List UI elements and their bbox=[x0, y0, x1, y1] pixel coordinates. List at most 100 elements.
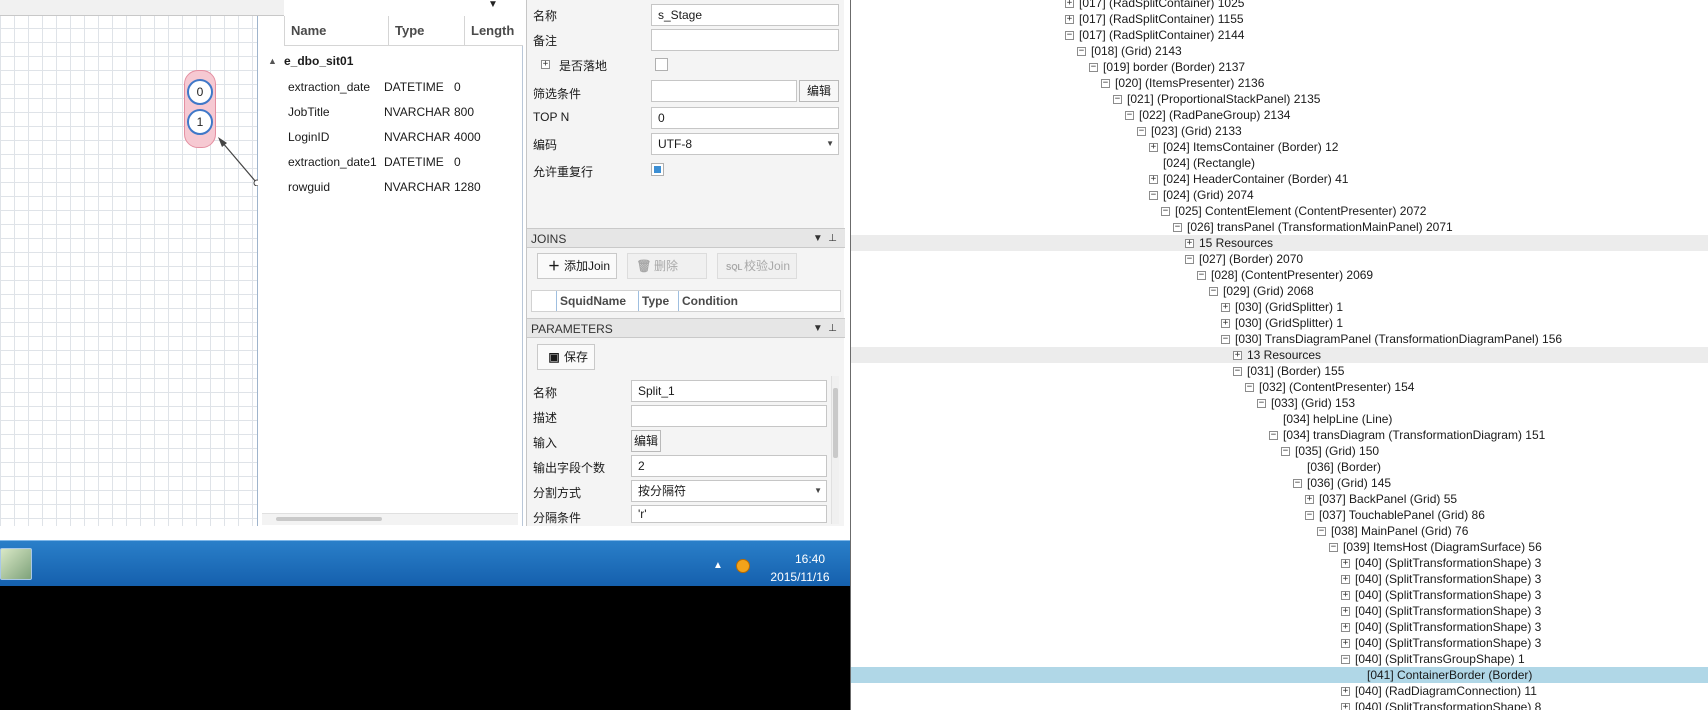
collapse-icon[interactable]: − bbox=[1125, 111, 1134, 120]
expand-icon[interactable]: + bbox=[1149, 143, 1158, 152]
expand-icon[interactable]: + bbox=[1305, 495, 1314, 504]
column-header-length[interactable]: Length bbox=[464, 16, 523, 46]
tree-row[interactable]: + [040] (RadDiagramConnection) 11 bbox=[851, 683, 1708, 699]
allow-duplicate-checkbox[interactable] bbox=[651, 163, 664, 176]
tree-row[interactable]: [041] ContainerBorder (Border) bbox=[851, 667, 1708, 683]
horizontal-scrollbar[interactable] bbox=[262, 513, 518, 525]
taskbar-app-icon[interactable] bbox=[0, 548, 32, 580]
tray-expand-icon[interactable]: ▲ bbox=[713, 560, 723, 571]
split-mode-select[interactable]: 按分隔符 ▼ bbox=[631, 480, 827, 502]
tree-row[interactable]: − [036] (Grid) 145 bbox=[851, 475, 1708, 491]
filter-edit-button[interactable]: 编辑 bbox=[799, 80, 839, 102]
expand-icon[interactable]: + bbox=[1341, 687, 1350, 696]
tree-row[interactable]: + [037] BackPanel (Grid) 55 bbox=[851, 491, 1708, 507]
tree-row[interactable]: − [033] (Grid) 153 bbox=[851, 395, 1708, 411]
table-row[interactable]: extraction_date1 DATETIME 0 bbox=[258, 150, 523, 175]
collapse-icon[interactable]: − bbox=[1065, 31, 1074, 40]
tree-row[interactable]: − [030] TransDiagramPanel (Transformation… bbox=[851, 331, 1708, 347]
pin-icon[interactable]: ▼ ⊥ bbox=[813, 229, 837, 249]
delete-join-button[interactable]: 🗑 删除 bbox=[627, 253, 707, 279]
collapse-icon[interactable]: − bbox=[1161, 207, 1170, 216]
save-button[interactable]: ▣ 保存 bbox=[537, 344, 595, 370]
tree-row[interactable]: + [030] (GridSplitter) 1 bbox=[851, 299, 1708, 315]
tree-row[interactable]: + [040] (SplitTransformationShape) 3 bbox=[851, 603, 1708, 619]
encoding-select[interactable]: UTF-8 ▼ bbox=[651, 133, 839, 155]
expand-icon[interactable]: + bbox=[1341, 559, 1350, 568]
collapse-icon[interactable]: − bbox=[1185, 255, 1194, 264]
tree-row[interactable]: − [022] (RadPaneGroup) 2134 bbox=[851, 107, 1708, 123]
tree-row[interactable]: − [037] TouchablePanel (Grid) 86 bbox=[851, 507, 1708, 523]
tree-row[interactable]: − [035] (Grid) 150 bbox=[851, 443, 1708, 459]
collapse-icon[interactable]: − bbox=[1233, 367, 1242, 376]
collapse-icon[interactable]: − bbox=[1329, 543, 1338, 552]
delimiter-field[interactable]: 'r' bbox=[631, 505, 827, 523]
tree-row[interactable]: − [018] (Grid) 2143 bbox=[851, 43, 1708, 59]
tree-row[interactable]: + [040] (SplitTransformationShape) 3 bbox=[851, 635, 1708, 651]
expand-icon[interactable]: + bbox=[1341, 575, 1350, 584]
tree-row[interactable]: − [024] (Grid) 2074 bbox=[851, 187, 1708, 203]
collapse-icon[interactable]: − bbox=[1293, 479, 1302, 488]
tree-row[interactable]: − [026] transPanel (TransformationMainPan… bbox=[851, 219, 1708, 235]
collapse-icon[interactable]: − bbox=[1137, 127, 1146, 136]
add-join-button[interactable]: ＋ 添加Join bbox=[537, 253, 617, 279]
tree-row[interactable]: + [024] ItemsContainer (Border) 12 bbox=[851, 139, 1708, 155]
tree-row[interactable]: + [040] (SplitTransformationShape) 3 bbox=[851, 555, 1708, 571]
collapse-icon[interactable]: − bbox=[1269, 431, 1278, 440]
clock-date[interactable]: 2015/11/16 bbox=[760, 570, 840, 584]
expand-icon[interactable]: + bbox=[1065, 15, 1074, 24]
diagram-canvas[interactable]: 0 1 bbox=[0, 0, 261, 526]
param-desc-field[interactable] bbox=[631, 405, 827, 427]
expand-icon[interactable]: + bbox=[1185, 239, 1194, 248]
collapse-icon[interactable]: − bbox=[1305, 511, 1314, 520]
tree-row[interactable]: − [031] (Border) 155 bbox=[851, 363, 1708, 379]
tree-row[interactable]: +15 Resources bbox=[851, 235, 1708, 251]
tree-row[interactable]: + [040] (SplitTransformationShape) 3 bbox=[851, 571, 1708, 587]
tree-row[interactable]: − [032] (ContentPresenter) 154 bbox=[851, 379, 1708, 395]
tree-row[interactable]: − [027] (Border) 2070 bbox=[851, 251, 1708, 267]
tree-row[interactable]: [024] (Rectangle) bbox=[851, 155, 1708, 171]
tree-row[interactable]: − [025] ContentElement (ContentPresenter)… bbox=[851, 203, 1708, 219]
collapse-icon[interactable]: − bbox=[1149, 191, 1158, 200]
remark-field[interactable] bbox=[651, 29, 839, 51]
split-node-1[interactable]: 1 bbox=[187, 109, 213, 135]
collapse-icon[interactable]: ▲ bbox=[268, 50, 277, 72]
param-name-field[interactable]: Split_1 bbox=[631, 380, 827, 402]
tree-row[interactable]: [036] (Border) bbox=[851, 459, 1708, 475]
tree-row[interactable]: − [019] border (Border) 2137 bbox=[851, 59, 1708, 75]
expand-icon[interactable]: + bbox=[1341, 591, 1350, 600]
expand-icon[interactable]: + bbox=[1341, 639, 1350, 648]
collapse-icon[interactable]: − bbox=[1077, 47, 1086, 56]
tree-row[interactable]: − [028] (ContentPresenter) 2069 bbox=[851, 267, 1708, 283]
filter-field[interactable] bbox=[651, 80, 797, 102]
tree-row[interactable]: − [017] (RadSplitContainer) 2144 bbox=[851, 27, 1708, 43]
tree-row[interactable]: − [021] (ProportionalStackPanel) 2135 bbox=[851, 91, 1708, 107]
table-row[interactable]: extraction_date DATETIME 0 bbox=[258, 75, 523, 100]
group-row[interactable]: ▲ e_dbo_sit01 bbox=[258, 50, 523, 72]
joins-column-type[interactable]: Type bbox=[638, 291, 678, 311]
collapse-icon[interactable]: − bbox=[1101, 79, 1110, 88]
vertical-scrollbar[interactable] bbox=[831, 376, 839, 524]
collapse-icon[interactable]: − bbox=[1113, 95, 1122, 104]
param-input-edit-button[interactable]: 编辑 bbox=[631, 430, 661, 452]
expand-icon[interactable]: + bbox=[1149, 175, 1158, 184]
collapse-icon[interactable]: − bbox=[1209, 287, 1218, 296]
collapse-icon[interactable]: − bbox=[1089, 63, 1098, 72]
joins-column-condition[interactable]: Condition bbox=[678, 291, 828, 311]
tree-row[interactable]: − [039] ItemsHost (DiagramSurface) 56 bbox=[851, 539, 1708, 555]
collapse-icon[interactable]: − bbox=[1341, 655, 1350, 664]
tree-row[interactable]: − [034] transDiagram (TransformationDiagr… bbox=[851, 427, 1708, 443]
expand-icon[interactable]: + bbox=[1233, 351, 1242, 360]
tree-row[interactable]: + [024] HeaderContainer (Border) 41 bbox=[851, 171, 1708, 187]
land-checkbox[interactable] bbox=[655, 58, 668, 71]
name-field[interactable]: s_Stage bbox=[651, 4, 839, 26]
tree-row[interactable]: − [038] MainPanel (Grid) 76 bbox=[851, 523, 1708, 539]
scrollbar-thumb[interactable] bbox=[833, 388, 838, 458]
tree-row[interactable]: + [017] (RadSplitContainer) 1155 bbox=[851, 11, 1708, 27]
expand-icon[interactable]: + bbox=[1065, 0, 1074, 8]
column-header-name[interactable]: Name bbox=[284, 16, 388, 46]
collapse-icon[interactable]: − bbox=[1245, 383, 1254, 392]
scrollbar-thumb[interactable] bbox=[276, 517, 382, 521]
table-row[interactable]: LoginID NVARCHAR 4000 bbox=[258, 125, 523, 150]
table-row[interactable]: rowguid NVARCHAR 1280 bbox=[258, 175, 523, 200]
collapse-icon[interactable]: − bbox=[1221, 335, 1230, 344]
